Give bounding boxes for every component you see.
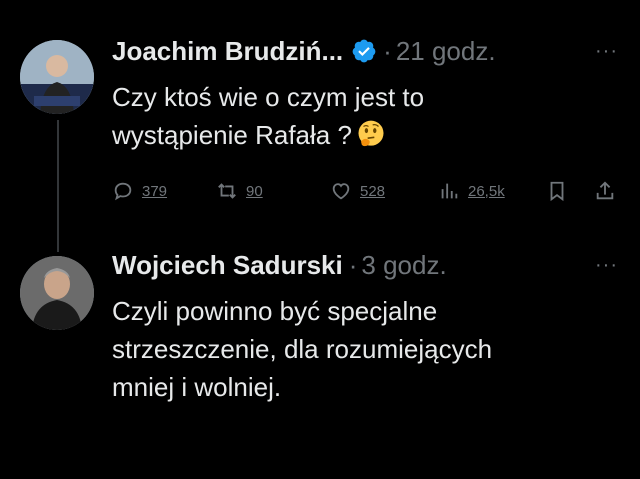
- share-button[interactable]: [594, 180, 616, 202]
- retweet-button[interactable]: 90: [216, 180, 263, 202]
- views-count: 26,5k: [468, 182, 505, 200]
- retweet-count: 90: [246, 182, 263, 200]
- more-options-icon[interactable]: ···: [595, 254, 618, 277]
- retweet-icon: [218, 183, 236, 199]
- avatar-joachim[interactable]: [20, 40, 94, 114]
- more-options-icon[interactable]: ···: [595, 40, 618, 63]
- tweet-1-actions: 379 90 528 26,5k: [112, 180, 622, 210]
- tweet-1[interactable]: Joachim Brudziń... · 21 godz. ··· Czy kt…: [0, 0, 640, 252]
- reply-icon: [114, 182, 132, 201]
- bookmark-icon: [550, 181, 564, 202]
- author-name[interactable]: Joachim Brudziń...: [112, 36, 343, 67]
- separator-dot: ·: [348, 249, 358, 280]
- heart-icon: [332, 183, 350, 200]
- tweet-line: wystąpienie Rafała ?: [112, 116, 424, 154]
- views-chart-icon: [441, 183, 458, 199]
- tweet-1-header: Joachim Brudziń... · 21 godz.: [112, 34, 496, 68]
- avatar-wojciech[interactable]: [20, 256, 94, 330]
- thinking-face-icon: [358, 120, 384, 147]
- reply-count: 379: [142, 182, 168, 200]
- tweet-2[interactable]: Wojciech Sadurski · 3 godz. ··· Czyli po…: [0, 240, 640, 479]
- tweet-2-header: Wojciech Sadurski · 3 godz.: [112, 248, 447, 282]
- separator-dot: ·: [383, 35, 392, 66]
- tweet-line: Czy ktoś wie o czym jest to: [112, 82, 425, 112]
- bookmark-button[interactable]: [546, 180, 568, 202]
- views-button[interactable]: 26,5k: [438, 180, 505, 202]
- tweet-time[interactable]: 21 godz.: [396, 36, 496, 67]
- tweet-line: mniej i wolniej.: [112, 372, 282, 402]
- avatar-photo: [20, 40, 94, 114]
- like-count: 528: [360, 182, 386, 200]
- like-button[interactable]: 528: [330, 180, 385, 202]
- share-icon: [596, 181, 614, 200]
- tweet-time[interactable]: 3 godz.: [361, 250, 446, 281]
- tweet-1-text: Czy ktoś wie o czym jest to wystąpienie …: [112, 78, 424, 154]
- avatar-photo: [20, 256, 94, 330]
- reply-button[interactable]: 379: [112, 180, 167, 202]
- author-name[interactable]: Wojciech Sadurski: [112, 250, 343, 281]
- tweet-line: Czyli powinno być specjalne: [112, 296, 438, 326]
- tweet-2-text: Czyli powinno być specjalne strzeszczeni…: [112, 292, 492, 406]
- tweet-line: strzeszczenie, dla rozumiejących: [112, 334, 493, 364]
- thread-connector-line: [57, 120, 59, 252]
- verified-badge-icon: [352, 39, 376, 63]
